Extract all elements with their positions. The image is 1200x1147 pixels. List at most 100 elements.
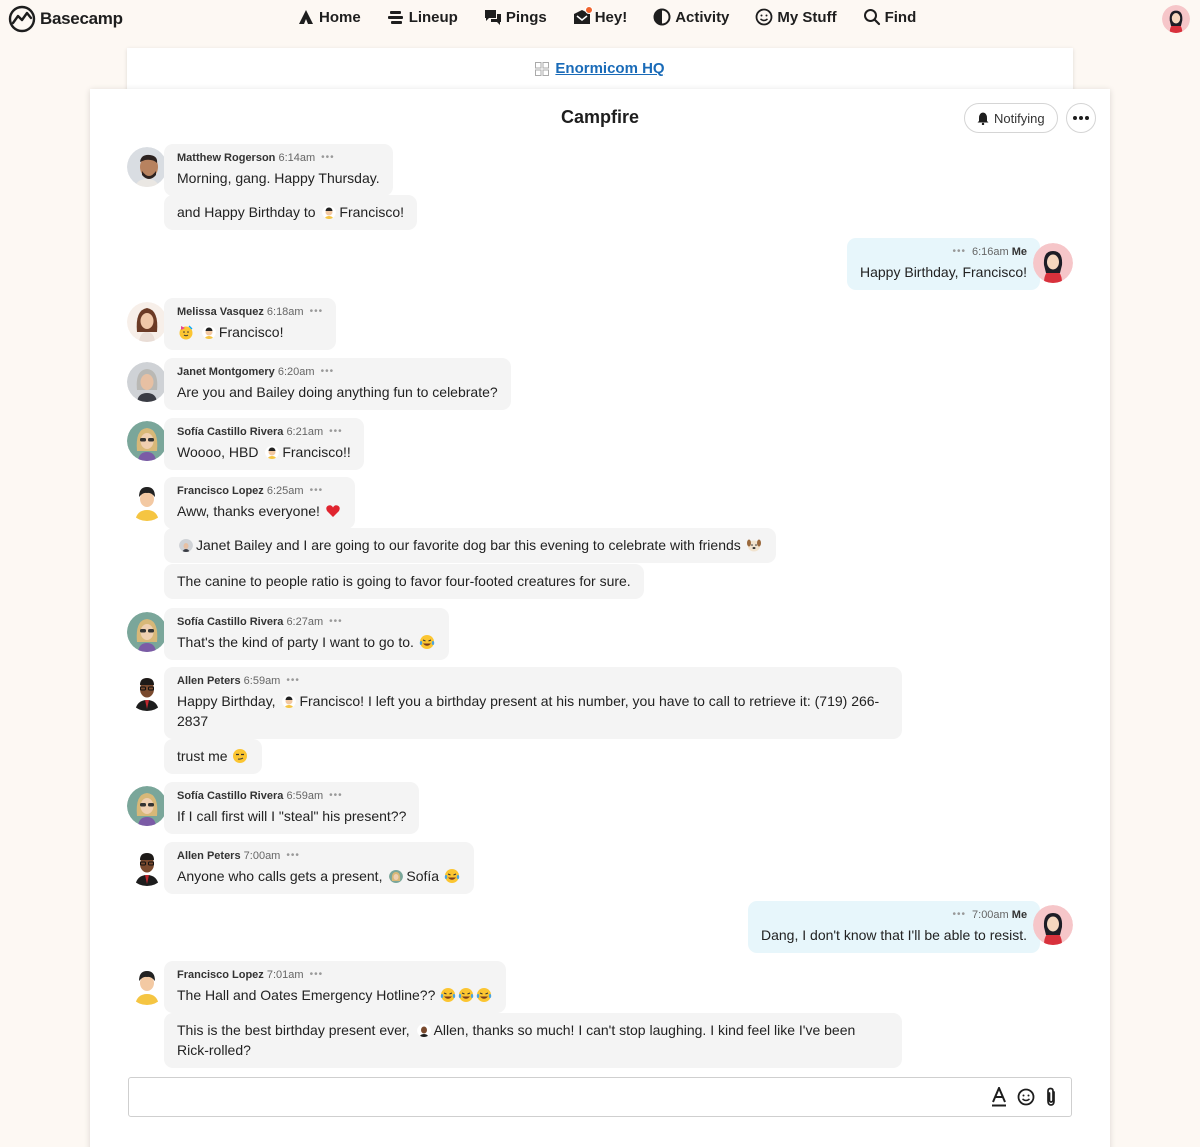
mention-link[interactable]: Francisco!!	[282, 444, 350, 460]
message-time: 6:59am	[243, 675, 281, 687]
more-options-button[interactable]	[1066, 103, 1096, 133]
red-heart-emoji-icon	[326, 505, 340, 517]
emoji-button[interactable]	[1017, 1088, 1035, 1106]
top-navigation: Basecamp Home Lineup Pings Hey! Activity…	[0, 0, 1200, 40]
attach-file-button[interactable]	[1045, 1087, 1057, 1107]
message-options-button[interactable]: •••	[286, 674, 300, 688]
mention-link[interactable]: Sofía	[406, 868, 439, 884]
avatar-melissa-vasquez	[127, 302, 167, 342]
message-bubble: trust me	[164, 739, 263, 774]
message-meta: Melissa Vasquez 6:18am •••	[177, 305, 323, 319]
avatar[interactable]	[127, 786, 167, 826]
nav-activity[interactable]: Activity	[653, 8, 729, 26]
message-options-button[interactable]: •••	[329, 615, 343, 629]
basecamp-logo-icon	[8, 5, 36, 33]
nav-lineup-label: Lineup	[408, 8, 458, 26]
message-time: 7:00am	[243, 850, 281, 862]
message-time: 7:01am	[266, 969, 304, 981]
nav-home[interactable]: Home	[297, 8, 361, 26]
text-formatting-button[interactable]	[991, 1087, 1007, 1107]
message-text-part: The Hall and Oates Emergency Hotline??	[177, 987, 436, 1003]
message-composer[interactable]	[128, 1077, 1072, 1117]
mention-link[interactable]: Janet	[196, 537, 230, 553]
message-options-button[interactable]: •••	[310, 305, 324, 319]
avatar[interactable]	[127, 362, 167, 402]
mention-link[interactable]: Francisco!	[339, 204, 404, 220]
message-bubble: Janet Montgomery 6:20am ••• Are you and B…	[164, 358, 511, 410]
hey-notification-badge	[584, 6, 593, 14]
message-meta: Allen Peters 6:59am •••	[177, 674, 889, 688]
basecamp-logo[interactable]: Basecamp	[8, 5, 123, 33]
avatar-sofia-castillo-rivera	[127, 612, 167, 652]
message-text: The canine to people ratio is going to f…	[177, 573, 631, 589]
message-options-button[interactable]: •••	[329, 789, 343, 803]
laughing-tears-emoji-icon	[419, 635, 435, 649]
avatar[interactable]	[127, 421, 167, 461]
avatar[interactable]	[127, 147, 167, 187]
mention-avatar-francisco	[265, 445, 280, 459]
notifying-button[interactable]: Notifying	[964, 103, 1058, 133]
project-link[interactable]: Enormicom HQ	[127, 60, 1073, 77]
message-options-button[interactable]: •••	[286, 849, 300, 863]
avatar[interactable]	[127, 302, 167, 342]
message-time: 6:16am	[971, 246, 1009, 258]
message-bubble: Melissa Vasquez 6:18am ••• Francisco!	[164, 298, 337, 350]
nav-my-stuff[interactable]: My Stuff	[755, 8, 837, 26]
avatar[interactable]	[127, 481, 167, 521]
message-text: That's the kind of party I want to go to…	[177, 632, 436, 652]
mention-avatar-francisco	[282, 694, 297, 708]
my-avatar-button[interactable]	[1162, 5, 1190, 33]
grid-icon	[535, 61, 550, 76]
message-text: trust me	[177, 748, 228, 764]
nav-find[interactable]: Find	[863, 8, 917, 26]
mention-link[interactable]: Allen,	[434, 1022, 469, 1038]
find-icon	[863, 9, 880, 26]
message-options-button[interactable]: •••	[953, 908, 967, 922]
mention-link[interactable]: Francisco!	[299, 693, 364, 709]
mention-avatar-sofia	[389, 869, 404, 883]
nav-find-label: Find	[884, 8, 917, 26]
message-bubble: Sofía Castillo Rivera 6:27am ••• That's t…	[164, 608, 449, 660]
message-meta: Francisco Lopez 7:01am •••	[177, 968, 493, 982]
message-meta: Sofía Castillo Rivera 6:59am •••	[177, 789, 406, 803]
mention-avatar-francisco	[201, 325, 216, 339]
message-options-button[interactable]: •••	[321, 365, 335, 379]
avatar[interactable]	[1033, 905, 1073, 945]
smiley-icon	[1017, 1088, 1035, 1106]
message-text: Dang, I don't know that I'll be able to …	[761, 927, 1028, 943]
nav-hey-label: Hey!	[594, 8, 628, 26]
avatar[interactable]	[127, 965, 167, 1005]
avatar	[1162, 5, 1190, 33]
message-bubble: Allen Peters 7:00am ••• Anyone who calls …	[164, 842, 474, 894]
nav-lineup[interactable]: Lineup	[387, 8, 458, 26]
avatar[interactable]	[127, 671, 167, 711]
avatar-me	[1033, 905, 1073, 945]
message-time: 6:18am	[266, 306, 304, 318]
avatar[interactable]	[127, 612, 167, 652]
message-options-button[interactable]: •••	[321, 151, 335, 165]
mention-link[interactable]: Francisco!	[219, 324, 284, 340]
message-author: Francisco Lopez	[177, 969, 264, 981]
bell-icon	[977, 112, 989, 125]
my-message-bubble: ••• 6:16am Me Happy Birthday, Francisco!	[847, 238, 1041, 290]
message-meta: ••• 6:16am Me	[860, 245, 1027, 259]
avatar-me	[1033, 243, 1073, 283]
message-options-button[interactable]: •••	[329, 425, 343, 439]
message-time: 6:59am	[286, 790, 324, 802]
nav-hey[interactable]: Hey!	[573, 6, 628, 26]
avatar[interactable]	[1033, 243, 1073, 283]
message-text-part: Happy Birthday,	[177, 693, 276, 709]
message-options-button[interactable]: •••	[952, 245, 966, 259]
message-options-button[interactable]: •••	[310, 484, 324, 498]
smirk-emoji-icon	[233, 749, 248, 763]
project-name: Enormicom HQ	[555, 60, 665, 77]
nav-home-label: Home	[319, 8, 361, 26]
message-options-button[interactable]: •••	[310, 968, 324, 982]
avatar[interactable]	[127, 846, 167, 886]
message-author: Melissa Vasquez	[177, 306, 264, 318]
home-icon	[299, 10, 313, 24]
avatar-sofia-castillo-rivera	[127, 421, 167, 461]
avatar-francisco-lopez	[127, 481, 167, 521]
nav-pings[interactable]: Pings	[484, 8, 547, 26]
activity-icon	[653, 8, 671, 26]
